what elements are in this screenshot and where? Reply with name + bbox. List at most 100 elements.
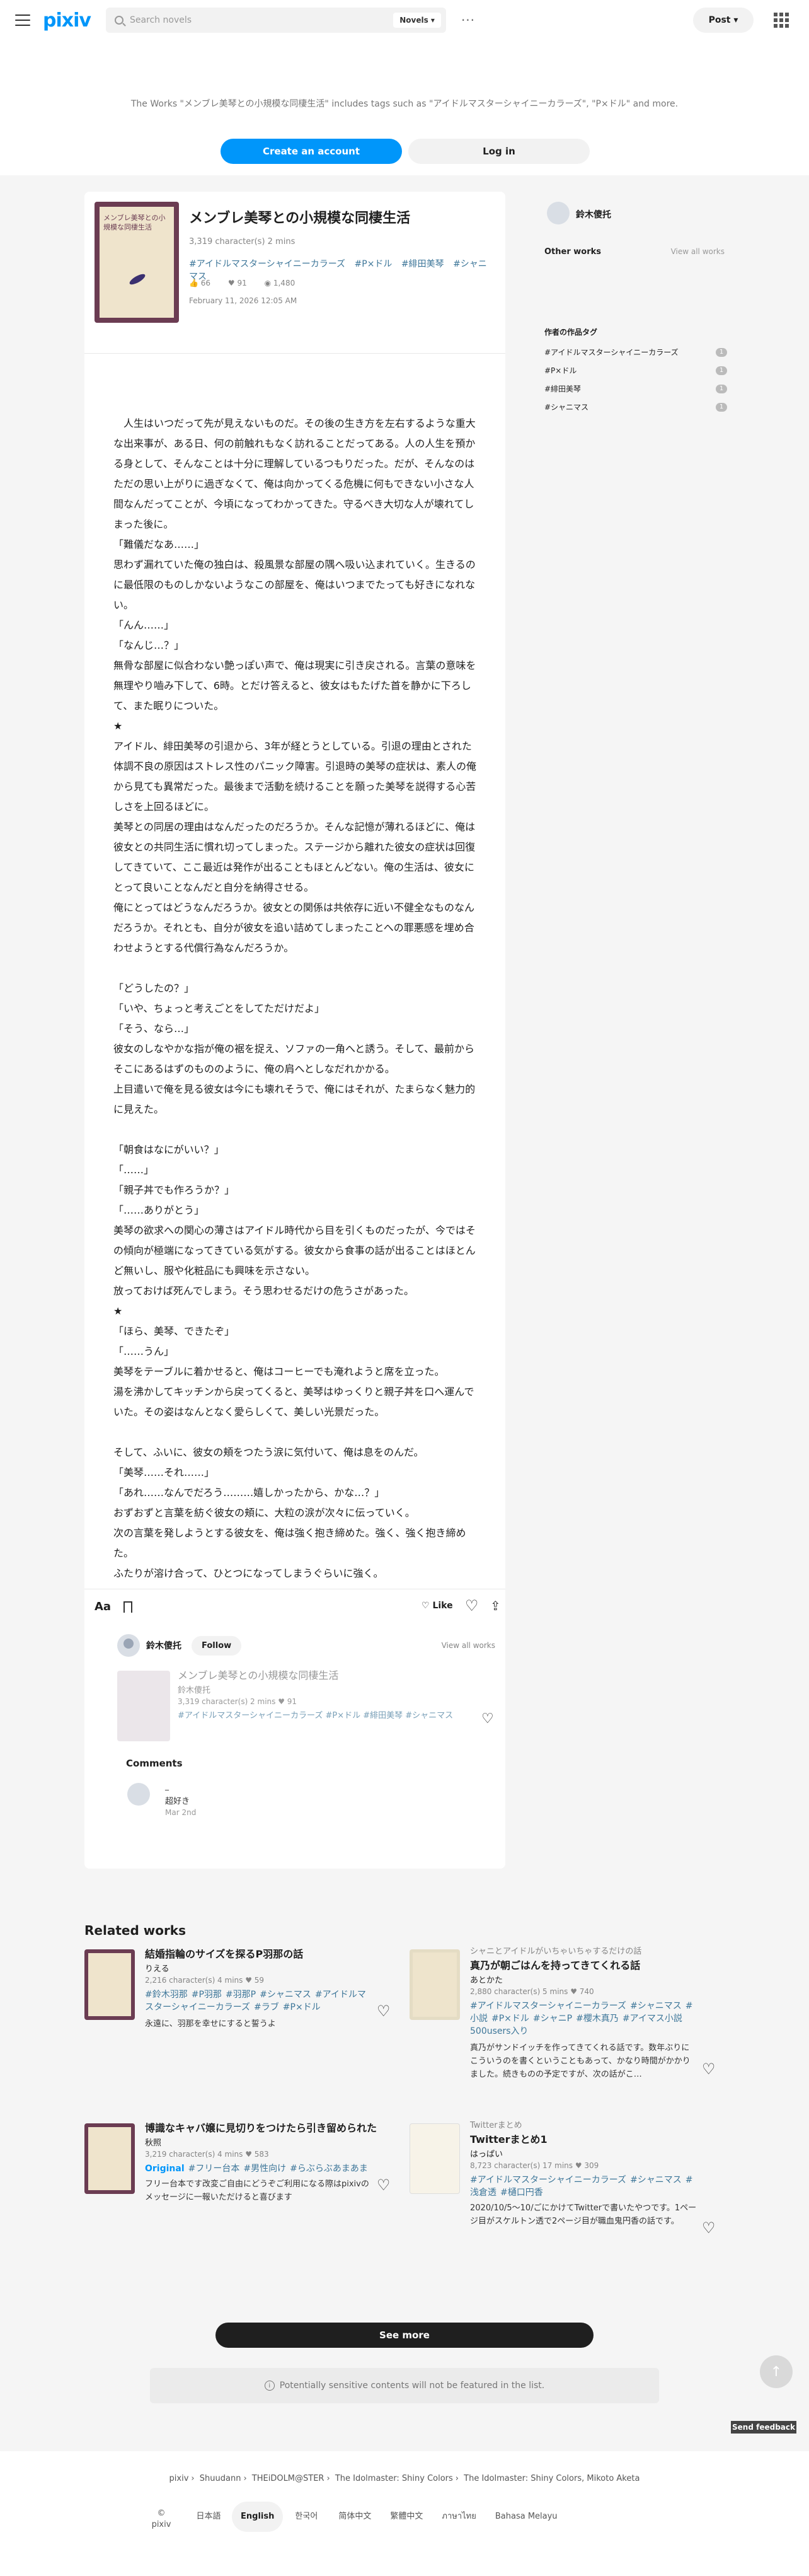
- tag-link[interactable]: #P×ドル: [355, 259, 393, 269]
- related-work-card[interactable]: 博識なキャバ嬢に見切りをつけたら引き留められた 秋照 3,219 charact…: [84, 2118, 402, 2276]
- more-icon[interactable]: ···: [461, 13, 475, 28]
- breadcrumb: pixiv › Shuudann › THEiDOLM@STER › The Idol…: [169, 2474, 640, 2483]
- like-count: 👍 66: [189, 279, 211, 287]
- card-author[interactable]: りえる: [145, 1962, 169, 1974]
- novel-paragraph: そして、ふいに、彼女の頬をつたう涙に気付いて、俺は息をのんだ。: [113, 1446, 424, 1458]
- search-input[interactable]: Search novels: [130, 15, 393, 25]
- see-more-button[interactable]: See more: [215, 2323, 594, 2348]
- novel-paragraph: [113, 958, 479, 978]
- author-tag-item[interactable]: #シャニマス 1: [544, 398, 727, 416]
- card-meta: 3,219 character(s) 4 mins ♥ 583: [145, 2150, 269, 2159]
- breadcrumb-item[interactable]: THEiDOLM@STER: [252, 2474, 324, 2483]
- top-header: pixiv Search novels Novels ▾ ··· Post ▾: [0, 0, 809, 40]
- author-tag-item[interactable]: #P×ドル 1: [544, 361, 727, 380]
- heart-icon[interactable]: ♡: [377, 2002, 391, 2020]
- send-feedback-button[interactable]: Send feedback: [731, 2421, 796, 2434]
- search-icon: [114, 16, 123, 25]
- post-button[interactable]: Post ▾: [693, 8, 754, 33]
- card-meta: 2,880 character(s) 5 mins ♥ 740: [470, 1987, 594, 1996]
- apps-grid-icon[interactable]: [774, 13, 789, 28]
- view-all-works-link[interactable]: View all works: [442, 1641, 495, 1650]
- font-settings-button[interactable]: Aa: [95, 1600, 111, 1613]
- menu-icon[interactable]: [15, 15, 30, 26]
- bookmark-icon[interactable]: [123, 1601, 133, 1613]
- author-sidebar: 鈴木傻托 Other works View all works 作者の作品タグ …: [538, 192, 731, 1137]
- language-selector: 日本語 English 한국어 简体中文 繁體中文 ภาษาไทย Bahasa…: [186, 2502, 568, 2532]
- search-type-select[interactable]: Novels ▾: [393, 13, 441, 28]
- heart-icon[interactable]: ♡: [702, 2060, 716, 2078]
- avatar[interactable]: [127, 1783, 150, 1806]
- share-icon[interactable]: ⇪: [490, 1598, 501, 1613]
- avatar[interactable]: [547, 202, 570, 224]
- card-series[interactable]: シャニとアイドルがいちゃいちゃするだけの話: [470, 1944, 641, 1956]
- novel-paragraph: 「……うん」: [113, 1345, 175, 1357]
- novel-paragraph: [113, 1422, 479, 1442]
- card-meta: 2,216 character(s) 4 mins ♥ 59: [145, 1976, 265, 1985]
- related-work-card[interactable]: シャニとアイドルがいちゃいちゃするだけの話 真乃が朝ごはんを持ってきてくれる話 …: [410, 1944, 727, 2102]
- author-tag-item[interactable]: #緋田美琴 1: [544, 380, 727, 398]
- novel-paragraph: 「難儀だなあ……」: [113, 538, 205, 550]
- novel-paragraph: ふたりが溶け合って、ひとつになってしまうぐらいに強く。: [113, 1567, 384, 1579]
- scroll-top-button[interactable]: ↑: [760, 2355, 793, 2388]
- comment-author[interactable]: _: [165, 1782, 169, 1790]
- novel-paragraph: 「……ありがとう」: [113, 1204, 205, 1216]
- novel-paragraph: 美琴との同居の理由はなんだったのだろうか。そんな記憶が薄れるほどに、俺は彼女との…: [113, 821, 476, 893]
- login-button[interactable]: Log in: [408, 139, 590, 164]
- card-summary: フリー台本です改変ご自由にどうぞご利用になる際はpixivのメッセージに一報いた…: [145, 2179, 369, 2202]
- novel-paragraph: 「んん……」: [113, 619, 175, 631]
- card-title[interactable]: 博識なキャバ嬢に見切りをつけたら引き留められた: [145, 2120, 397, 2135]
- novel-paragraph: 「なんじ…？」: [113, 639, 185, 651]
- language-option[interactable]: ภาษาไทย: [433, 2502, 485, 2532]
- comments-heading: Comments: [126, 1758, 183, 1769]
- breadcrumb-item[interactable]: The Idolmaster: Shiny Colors, Mikoto Ake…: [464, 2474, 640, 2483]
- language-option[interactable]: Bahasa Melayu: [486, 2502, 566, 2532]
- search-bar[interactable]: Search novels Novels ▾: [105, 8, 446, 33]
- author-name[interactable]: 鈴木傻托: [576, 208, 611, 221]
- like-button[interactable]: ♡ Like: [422, 1601, 453, 1611]
- current-work-card[interactable]: メンブレ美琴との小規模な同棲生活 鈴木傻托 3,319 character(s)…: [117, 1667, 495, 1749]
- breadcrumb-item[interactable]: pixiv: [169, 2474, 189, 2483]
- thumbnail: [410, 2123, 460, 2194]
- breadcrumb-item[interactable]: Shuudann: [200, 2474, 241, 2483]
- author-name[interactable]: 鈴木傻托: [146, 1639, 181, 1652]
- related-work-card[interactable]: Twitterまとめ Twitterまとめ1 はっぱい 8,723 charac…: [410, 2118, 727, 2276]
- view-all-works-link[interactable]: View all works: [671, 247, 725, 256]
- language-option[interactable]: 繁體中文: [381, 2502, 432, 2532]
- novel-paragraph: ★: [113, 720, 123, 732]
- card-tags: Original #フリー台本 #男性向け #らぶらぶあまあま: [145, 2164, 368, 2174]
- novel-paragraph: 上目遣いで俺を見る彼女は今にも壊れそうで、俺にはそれが、たまらなく魅力的に見えた…: [113, 1083, 476, 1115]
- language-option[interactable]: 日本語: [186, 2502, 231, 2532]
- tag-link[interactable]: #アイドルマスターシャイニーカラーズ: [189, 259, 345, 269]
- language-option[interactable]: 简体中文: [330, 2502, 380, 2532]
- card-title[interactable]: 結婚指輪のサイズを探るP羽那の話: [145, 1946, 397, 1961]
- language-option-current[interactable]: English: [232, 2502, 284, 2532]
- card-series[interactable]: Twitterまとめ: [470, 2118, 522, 2130]
- bookmark-count: ♥ 91: [227, 279, 247, 287]
- avatar[interactable]: [117, 1634, 140, 1657]
- follow-button[interactable]: Follow: [192, 1635, 242, 1656]
- copyright: © pixiv: [151, 2509, 171, 2529]
- author-tag-item[interactable]: #アイドルマスターシャイニーカラーズ 1: [544, 343, 727, 361]
- breadcrumb-item[interactable]: The Idolmaster: Shiny Colors: [335, 2474, 453, 2483]
- related-work-card[interactable]: 結婚指輪のサイズを探るP羽那の話 りえる 2,216 character(s) …: [84, 1944, 402, 2102]
- card-author[interactable]: はっぱい: [470, 2147, 503, 2159]
- heart-icon[interactable]: ♡: [465, 1598, 479, 1613]
- footer: pixiv › Shuudann › THEiDOLM@STER › The Idol…: [0, 2451, 809, 2576]
- create-account-button[interactable]: Create an account: [221, 139, 402, 164]
- novel-paragraph: ★: [113, 1305, 123, 1317]
- heart-icon[interactable]: ♡: [702, 2219, 716, 2237]
- comment-text: 超好き: [165, 1797, 190, 1806]
- card-title[interactable]: 真乃が朝ごはんを持ってきてくれる話: [470, 1957, 722, 1972]
- card-author[interactable]: あとかた: [470, 1973, 503, 1985]
- language-option[interactable]: 한국어: [284, 2502, 328, 2532]
- banner-text: The Works "メンブレ美琴との小規模な同棲生活" includes ta…: [130, 99, 679, 109]
- heart-icon[interactable]: ♡: [481, 1711, 494, 1727]
- novel-paragraph: 人生はいつだって先が見えないものだ。その後の生き方を左右するような重大な出来事が…: [113, 417, 476, 530]
- upload-date: February 11, 2026 12:05 AM: [189, 296, 297, 305]
- card-tags: #アイドルマスターシャイニーカラーズ #シャニマス #小説 #P×ドル #シャニP #櫻木…: [470, 2001, 693, 2036]
- card-title[interactable]: Twitterまとめ1: [470, 2131, 722, 2146]
- card-author[interactable]: 秋照: [145, 2136, 161, 2148]
- heart-icon[interactable]: ♡: [377, 2176, 391, 2194]
- tag-link[interactable]: #緋田美琴: [401, 259, 444, 269]
- pixiv-logo[interactable]: pixiv: [43, 9, 91, 32]
